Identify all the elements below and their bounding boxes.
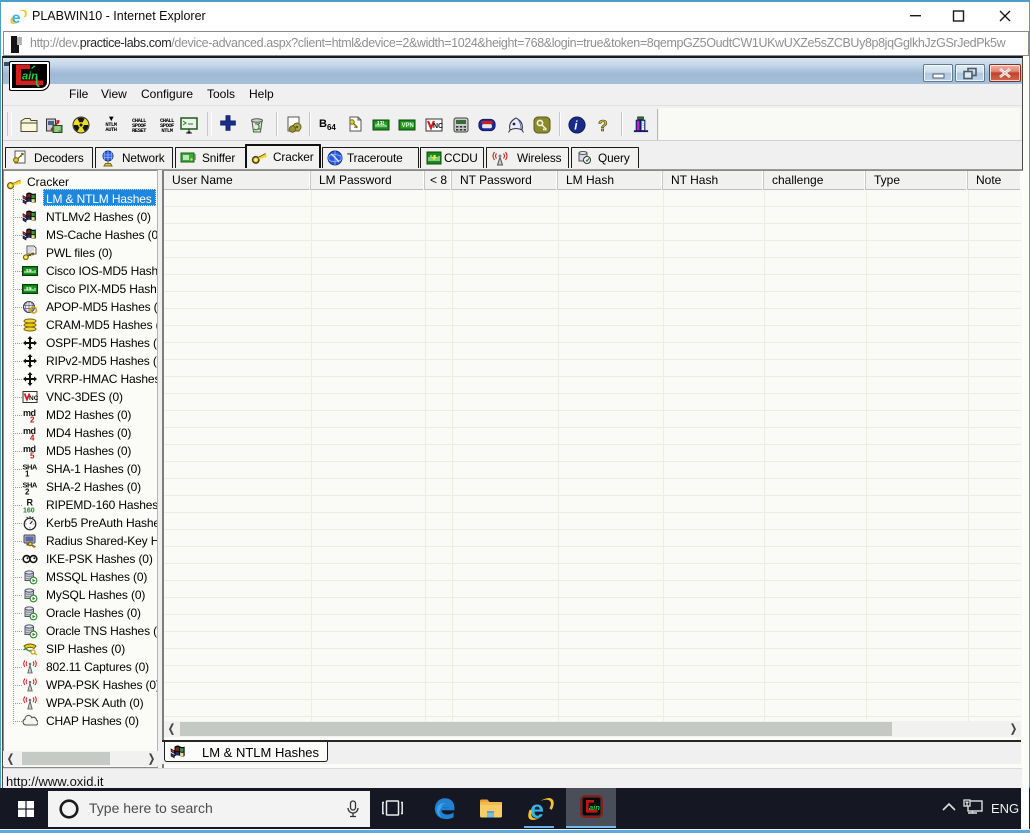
svg-text:2: 2 (25, 488, 30, 496)
svg-text:2: 2 (30, 416, 35, 424)
svg-text:160: 160 (23, 508, 35, 514)
svg-text:1: 1 (25, 470, 30, 478)
svg-text:NC: NC (433, 123, 443, 130)
svg-text:ain: ain (589, 803, 600, 812)
svg-text:VPN: VPN (402, 123, 414, 129)
svg-text:5: 5 (30, 452, 35, 460)
svg-text:4: 4 (30, 434, 35, 442)
svg-text:ain: ain (22, 71, 38, 83)
svg-text:17!: 17! (377, 121, 385, 127)
svg-text:R: R (27, 498, 34, 508)
svg-text:?: ? (598, 118, 608, 134)
